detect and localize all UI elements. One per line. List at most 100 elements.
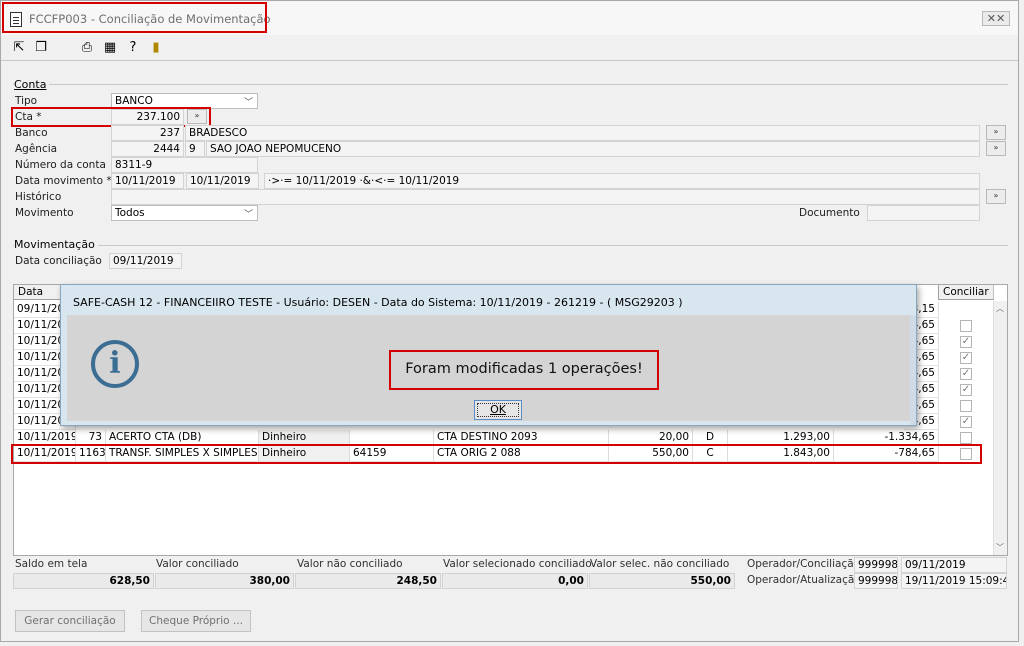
saldo-tela-value: 628,50 — [13, 573, 154, 589]
operador-conciliacao-user: 999998 — [854, 557, 898, 573]
historico-lookup-button[interactable]: » — [986, 189, 1006, 204]
title-bar: FCCFP003 - Conciliação de Movimentação ✕… — [1, 1, 1018, 35]
data-movimento-label: Data movimento * — [15, 175, 112, 187]
data-movimento-to[interactable]: 10/11/2019 — [186, 173, 259, 189]
exit-door-icon[interactable]: ▮ — [148, 40, 164, 56]
cell-num: 1163 — [76, 446, 106, 462]
dialog-title: SAFE-CASH 12 - FINANCEIIRO TESTE - Usuár… — [73, 296, 683, 309]
ok-button[interactable]: OK — [474, 400, 522, 420]
table-row[interactable]: 10/11/2019 1163 TRANSF. SIMPLES X SIMPLE… — [14, 446, 994, 462]
operador-atualizacao-date: 19/11/2019 15:09:40 — [901, 573, 1007, 589]
cell-tipo: Dinheiro — [259, 446, 350, 462]
movimento-select[interactable]: Todos ﹀ — [111, 205, 258, 221]
header-conciliar[interactable]: Conciliar — [938, 285, 994, 300]
chevron-down-icon: ﹀ — [243, 98, 253, 108]
conciliar-checkbox[interactable]: ✓ — [960, 384, 972, 396]
cell-diferenca: -1.334,65 — [834, 430, 939, 446]
scroll-up-icon[interactable]: ︿ — [996, 303, 1004, 314]
banco-label: Banco — [15, 127, 48, 139]
cell-saldo: 1.293,00 — [728, 430, 834, 446]
document-icon — [10, 12, 22, 27]
valor-conciliado-value: 380,00 — [155, 573, 294, 589]
tipo-label: Tipo — [15, 95, 38, 107]
valor-selec-nao-conciliado-label: Valor selec. não conciliado — [590, 558, 730, 570]
conciliar-checkbox[interactable]: ✓ — [960, 416, 972, 428]
layers-icon[interactable]: ❐ — [33, 40, 49, 56]
close-button[interactable]: ✕✕ — [982, 11, 1010, 26]
data-movimento-from[interactable]: 10/11/2019 — [111, 173, 184, 189]
agencia-name: SAO JOAO NEPOMUCENO — [206, 141, 980, 157]
conta-group-title: Conta — [14, 78, 50, 91]
conciliar-checkbox[interactable] — [960, 400, 972, 412]
valor-conciliado-label: Valor conciliado — [156, 558, 239, 570]
cell-conta: CTA DESTINO 2093 — [434, 430, 609, 446]
documento-input[interactable] — [867, 205, 980, 221]
agencia-code: 2444 — [111, 141, 184, 157]
data-conciliacao-value[interactable]: 09/11/2019 — [109, 253, 182, 269]
cta-input[interactable]: 237.100 — [111, 109, 184, 125]
movimento-value: Todos — [115, 207, 145, 219]
operador-conciliacao-label: Operador/Conciliação — [747, 558, 861, 570]
conta-group-line — [13, 84, 1008, 85]
table-row[interactable]: 10/11/2019 73 ACERTO CTA (DB) Dinheiro C… — [14, 430, 994, 446]
cell-data: 10/11/2019 — [14, 430, 76, 446]
cheque-proprio-button[interactable]: Cheque Próprio ... — [141, 610, 251, 632]
historico-label: Histórico — [15, 191, 62, 203]
main-window: FCCFP003 - Conciliação de Movimentação ✕… — [0, 0, 1019, 642]
chevron-down-icon: ﹀ — [243, 210, 253, 220]
movimento-label: Movimento — [15, 207, 74, 219]
valor-nao-conciliado-label: Valor não conciliado — [297, 558, 403, 570]
tipo-value: BANCO — [115, 95, 153, 107]
cell-dc: D — [693, 430, 728, 446]
operador-conciliacao-date: 09/11/2019 — [901, 557, 1007, 573]
tipo-select[interactable]: BANCO ﹀ — [111, 93, 258, 109]
cell-dc: C — [693, 446, 728, 462]
window-title: FCCFP003 - Conciliação de Movimentação — [29, 12, 271, 26]
gerar-conciliacao-button[interactable]: Gerar conciliação — [15, 610, 125, 632]
cell-num: 73 — [76, 430, 106, 446]
valor-selec-nao-conciliado-value: 550,00 — [589, 573, 735, 589]
cell-historico: ACERTO CTA (DB) — [106, 430, 259, 446]
cell-valor: 550,00 — [609, 446, 693, 462]
conciliar-checkbox[interactable]: ✓ — [960, 368, 972, 380]
message-dialog: SAFE-CASH 12 - FINANCEIIRO TESTE - Usuár… — [60, 284, 917, 426]
saldo-tela-label: Saldo em tela — [15, 558, 88, 570]
data-conciliacao-label: Data conciliação — [15, 255, 102, 267]
export-icon[interactable]: ⇱ — [11, 40, 27, 56]
conciliar-checkbox[interactable] — [960, 432, 972, 444]
grid-scrollbar[interactable]: ︿ ﹀ — [993, 301, 1007, 555]
cell-valor: 20,00 — [609, 430, 693, 446]
print-icon[interactable]: ⎙ — [79, 40, 95, 56]
help-icon[interactable]: ? — [125, 40, 141, 56]
dialog-edge — [910, 315, 916, 425]
cta-label: Cta * — [15, 111, 42, 123]
cell-historico: TRANSF. SIMPLES X SIMPLES — [106, 446, 259, 462]
scroll-down-icon[interactable]: ﹀ — [996, 542, 1004, 553]
valor-selecionado-conciliado-value: 0,00 — [442, 573, 588, 589]
conciliar-checkbox[interactable]: ✓ — [960, 336, 972, 348]
calculator-icon[interactable]: ▦ — [102, 40, 118, 56]
cta-lookup-button[interactable]: » — [187, 109, 207, 124]
operador-atualizacao-label: Operador/Atualização — [747, 574, 861, 586]
numero-conta-value: 8311-9 — [111, 157, 258, 173]
dialog-message: Foram modificadas 1 operações! — [405, 361, 643, 377]
cell-data: 10/11/2019 — [14, 446, 76, 462]
conciliar-checkbox[interactable] — [960, 448, 972, 460]
valor-nao-conciliado-value: 248,50 — [295, 573, 441, 589]
banco-lookup-button[interactable]: » — [986, 125, 1006, 140]
agencia-lookup-button[interactable]: » — [986, 141, 1006, 156]
agencia-digit: 9 — [185, 141, 205, 157]
conciliar-checkbox[interactable]: ✓ — [960, 352, 972, 364]
data-movimento-expression: ·>·= 10/11/2019 ·&·<·= 10/11/2019 — [264, 173, 980, 189]
conciliar-checkbox[interactable] — [960, 320, 972, 332]
cell-saldo: 1.843,00 — [728, 446, 834, 462]
cell-tipo: Dinheiro — [259, 430, 350, 446]
movimentacao-group-line — [13, 245, 1008, 246]
operador-atualizacao-user: 999998 — [854, 573, 898, 589]
movimentacao-group-title: Movimentação — [14, 238, 98, 251]
agencia-label: Agência — [15, 143, 58, 155]
banco-code: 237 — [111, 125, 184, 141]
cell-documento: 64159 — [350, 446, 434, 462]
historico-input[interactable] — [111, 189, 980, 205]
valor-selecionado-conciliado-label: Valor selecionado conciliado — [443, 558, 592, 570]
